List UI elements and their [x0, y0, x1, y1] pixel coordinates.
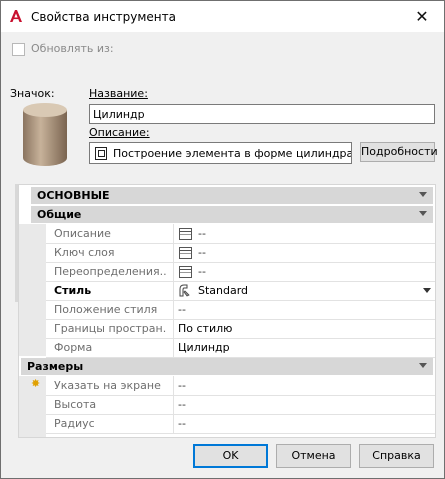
property-grid: ОСНОВНЫЕ Общие Описание -- Ключ слоя -- …: [18, 184, 436, 438]
section-header-main[interactable]: ОСНОВНЫЕ: [31, 187, 433, 204]
window-title: Свойства инструмента: [31, 10, 176, 24]
table-icon[interactable]: [179, 266, 192, 278]
property-key: Высота: [54, 398, 97, 411]
property-key: Описание: [54, 227, 111, 240]
property-value: По стилю: [178, 322, 233, 335]
style-select-value[interactable]: Standard: [198, 284, 248, 297]
property-row[interactable]: Переопределения... --: [46, 262, 435, 282]
chevron-down-icon[interactable]: [423, 288, 431, 293]
property-key: Положение стиля: [54, 303, 158, 316]
general-gutter: [19, 224, 46, 356]
property-value: --: [198, 227, 206, 240]
property-key: Переопределения...: [54, 265, 167, 278]
property-value: --: [178, 417, 186, 430]
document-icon: [95, 147, 107, 160]
name-input[interactable]: Цилиндр: [89, 104, 435, 124]
property-key: Указать на экране: [54, 379, 161, 392]
description-field[interactable]: Построение элемента в форме цилиндра с: [89, 142, 352, 164]
chevron-down-icon[interactable]: [419, 363, 427, 368]
tool-properties-dialog: Свойства инструмента ✕ Обновлять из: Зна…: [0, 0, 445, 479]
property-value: --: [198, 246, 206, 259]
icon-label: Значок:: [10, 87, 55, 100]
details-button[interactable]: Подробности: [360, 142, 438, 162]
property-row-style[interactable]: Стиль Standard: [46, 281, 435, 301]
section-header-dimensions[interactable]: Размеры: [21, 358, 433, 375]
property-row[interactable]: ✸ Указать на экране --: [31, 376, 435, 396]
property-key: Стиль: [54, 284, 92, 297]
name-value: Цилиндр: [93, 108, 145, 121]
property-value: Цилиндр: [178, 341, 230, 354]
title-bar: Свойства инструмента ✕: [1, 1, 444, 32]
section-header-general[interactable]: Общие: [31, 206, 433, 223]
table-icon[interactable]: [179, 247, 192, 259]
ok-button[interactable]: OK: [193, 444, 268, 468]
property-key: Форма: [54, 341, 93, 354]
property-value: --: [178, 303, 186, 316]
property-row[interactable]: Ключ слоя --: [46, 243, 435, 263]
close-icon[interactable]: ✕: [406, 7, 438, 27]
property-row[interactable]: Радиус --: [46, 414, 435, 434]
property-row[interactable]: Границы простран... По стилю: [46, 319, 435, 339]
property-key: Границы простран...: [54, 322, 167, 335]
property-row[interactable]: Описание --: [46, 224, 435, 244]
table-icon[interactable]: [179, 228, 192, 240]
chevron-down-icon[interactable]: [419, 211, 427, 216]
autocad-logo-icon: [10, 10, 22, 22]
name-label: Название:: [89, 87, 148, 100]
property-row[interactable]: Форма Цилиндр: [46, 338, 435, 358]
property-key: Ключ слоя: [54, 246, 115, 259]
help-button[interactable]: Справка: [359, 444, 434, 468]
property-value: --: [198, 265, 206, 278]
cylinder-preview-icon: [23, 103, 67, 166]
property-value: --: [178, 398, 186, 411]
property-key: Радиус: [54, 417, 95, 430]
section-title-main: ОСНОВНЫЕ: [37, 189, 110, 202]
update-from-checkbox[interactable]: [12, 43, 25, 56]
pick-point-icon: ✸: [31, 377, 41, 390]
property-value: --: [178, 379, 186, 392]
style-brush-icon: [179, 284, 190, 297]
section-title-dimensions: Размеры: [27, 360, 84, 373]
cancel-button[interactable]: Отмена: [276, 444, 351, 468]
chevron-down-icon[interactable]: [419, 192, 427, 197]
description-value: Построение элемента в форме цилиндра с: [113, 147, 352, 160]
property-row[interactable]: Положение стиля --: [46, 300, 435, 320]
description-label: Описание:: [89, 126, 150, 139]
section-title-general: Общие: [37, 208, 82, 221]
property-row[interactable]: Высота --: [46, 395, 435, 415]
update-from-label: Обновлять из:: [31, 42, 114, 55]
